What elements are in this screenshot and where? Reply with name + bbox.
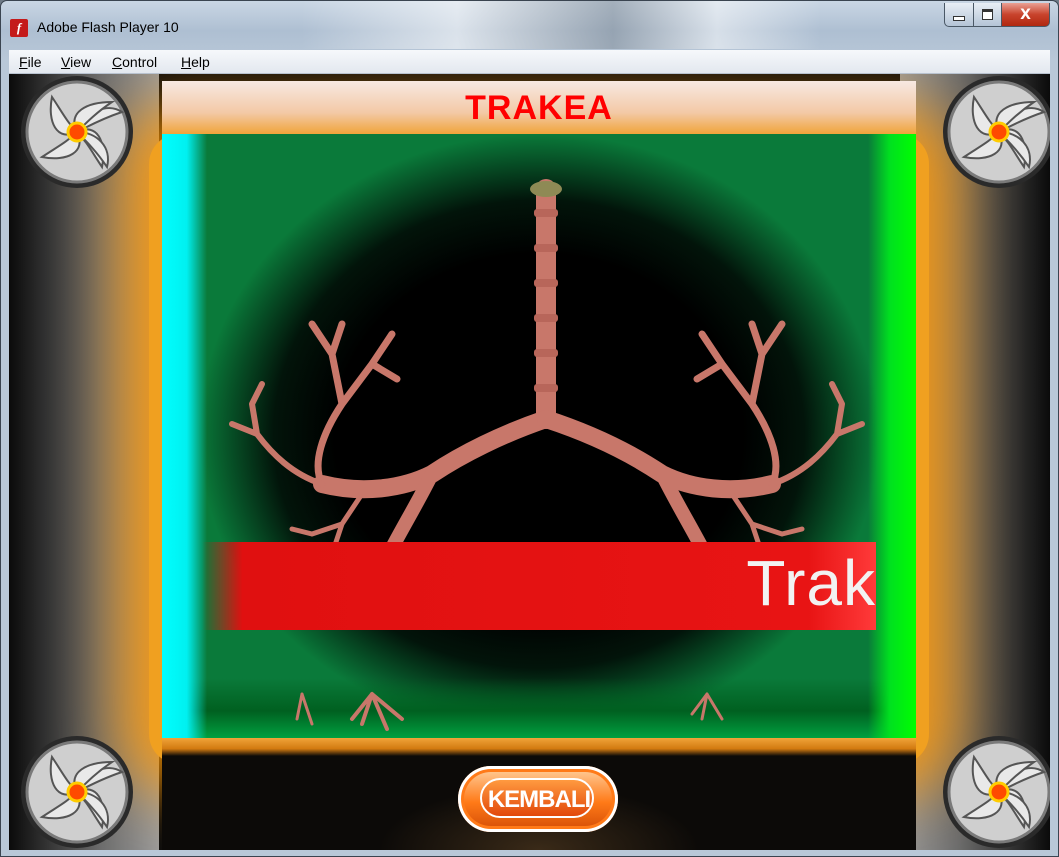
kembali-button[interactable]: KEMBALI [458,766,618,832]
minimize-button[interactable] [944,3,974,27]
maximize-button[interactable] [974,3,1002,27]
menu-help[interactable]: Help [181,54,210,70]
flash-stage: TRAKEA Trak KEMBALI [9,74,1050,850]
kembali-label: KEMBALI [487,786,591,813]
menu-file[interactable]: File [19,54,42,70]
flash-player-icon[interactable]: f [10,19,28,37]
menu-view[interactable]: View [61,54,91,70]
menu-bar: File View Control Help [9,50,1050,74]
trachea-top [530,181,562,197]
fan-icon [21,76,133,188]
caption-banner: Trak [202,542,876,630]
fan-icon [943,736,1050,848]
caption-text: Trak [746,547,876,619]
trachea-animation: Trak [162,134,916,738]
title-bar[interactable]: f Adobe Flash Player 10 X [1,1,1058,49]
page-title: TRAKEA [465,89,613,127]
minimize-icon [953,16,965,21]
flash-player-window: f Adobe Flash Player 10 X File View Cont… [0,0,1059,857]
caption-buttons: X [944,3,1050,27]
title-bar-glass [301,1,821,49]
close-button[interactable]: X [1002,3,1050,27]
title-banner: TRAKEA [162,81,916,134]
fan-icon [943,76,1050,188]
trachea-illustration [229,179,865,731]
menu-control[interactable]: Control [112,54,157,70]
kembali-button-face: KEMBALI [480,778,594,818]
maximize-icon [982,9,993,20]
footer-glow-strip [162,738,916,756]
close-icon: X [1020,6,1031,23]
window-title: Adobe Flash Player 10 [37,19,179,35]
footer-panel: KEMBALI [162,738,916,850]
fan-icon [21,736,133,848]
